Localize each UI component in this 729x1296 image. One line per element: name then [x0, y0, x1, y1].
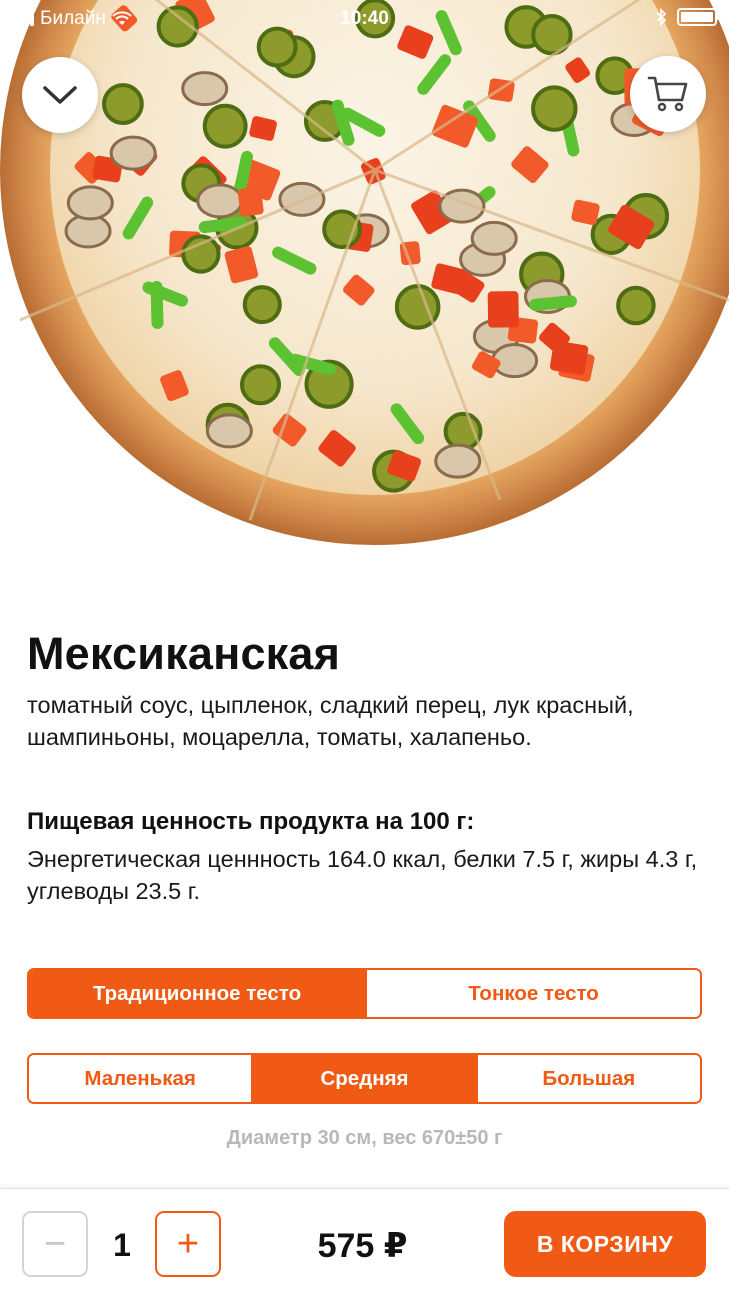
- add-to-cart-button[interactable]: В КОРЗИНУ: [504, 1211, 706, 1277]
- mushroom-topping: [434, 443, 482, 479]
- order-bar: − 1 + 575 ₽ В КОРЗИНУ: [0, 1188, 729, 1296]
- status-time: 10:40: [340, 8, 389, 29]
- cart-icon: [647, 76, 688, 112]
- jalapeno-topping: [242, 285, 282, 325]
- size-info: Диаметр 30 см, вес 670±50 г: [226, 1127, 503, 1149]
- bluetooth-icon: [656, 8, 667, 26]
- tomato-topping: [487, 291, 519, 328]
- product-title: Мексиканская: [27, 628, 341, 679]
- dough-option-traditional[interactable]: Традиционное тесто: [29, 970, 365, 1017]
- mushroom-topping: [66, 185, 114, 221]
- status-right: [655, 8, 720, 26]
- jalapeno-topping: [181, 234, 221, 274]
- mushroom-topping: [109, 135, 157, 171]
- size-option-large[interactable]: Большая: [475, 1055, 700, 1102]
- jalapeno-topping: [616, 285, 656, 326]
- pizza-image: [0, 0, 729, 600]
- jalapeno-topping: [531, 85, 578, 132]
- mushroom-topping: [181, 71, 229, 107]
- price: 575 ₽: [317, 1227, 408, 1265]
- jalapeno-topping: [239, 364, 282, 406]
- mushroom-topping: [196, 183, 244, 219]
- dough-option-thin[interactable]: Тонкое тесто: [365, 970, 700, 1017]
- pizza-illustration: [0, 0, 729, 545]
- dough-selector: Традиционное тесто Тонкое тесто: [27, 968, 702, 1019]
- jalapeno-topping: [102, 83, 144, 125]
- battery-icon: [677, 8, 720, 26]
- chevron-down-icon: [43, 86, 77, 104]
- cart-button[interactable]: [630, 56, 706, 132]
- close-product-button[interactable]: [22, 57, 98, 133]
- jalapeno-topping: [202, 103, 248, 149]
- status-bar: Билайн 10:40: [0, 0, 729, 40]
- size-selector: Маленькая Средняя Большая: [27, 1053, 702, 1104]
- increase-quantity-button[interactable]: +: [155, 1211, 221, 1277]
- decrease-quantity-button[interactable]: −: [22, 1211, 88, 1277]
- mushroom-topping: [205, 413, 253, 449]
- tomato-topping: [549, 340, 589, 375]
- mushroom-topping: [470, 220, 518, 256]
- product-ingredients: томатный соус, цыпленок, сладкий перец, …: [27, 692, 634, 750]
- size-option-medium[interactable]: Средняя: [251, 1055, 476, 1102]
- nutrition-text: Энергетическая ценнность 164.0 ккал, бел…: [27, 846, 698, 904]
- size-option-small[interactable]: Маленькая: [29, 1055, 252, 1102]
- quantity-value: 1: [113, 1227, 131, 1263]
- nutrition-title: Пищевая ценность продукта на 100 г:: [27, 808, 475, 835]
- tomato-topping: [237, 186, 264, 217]
